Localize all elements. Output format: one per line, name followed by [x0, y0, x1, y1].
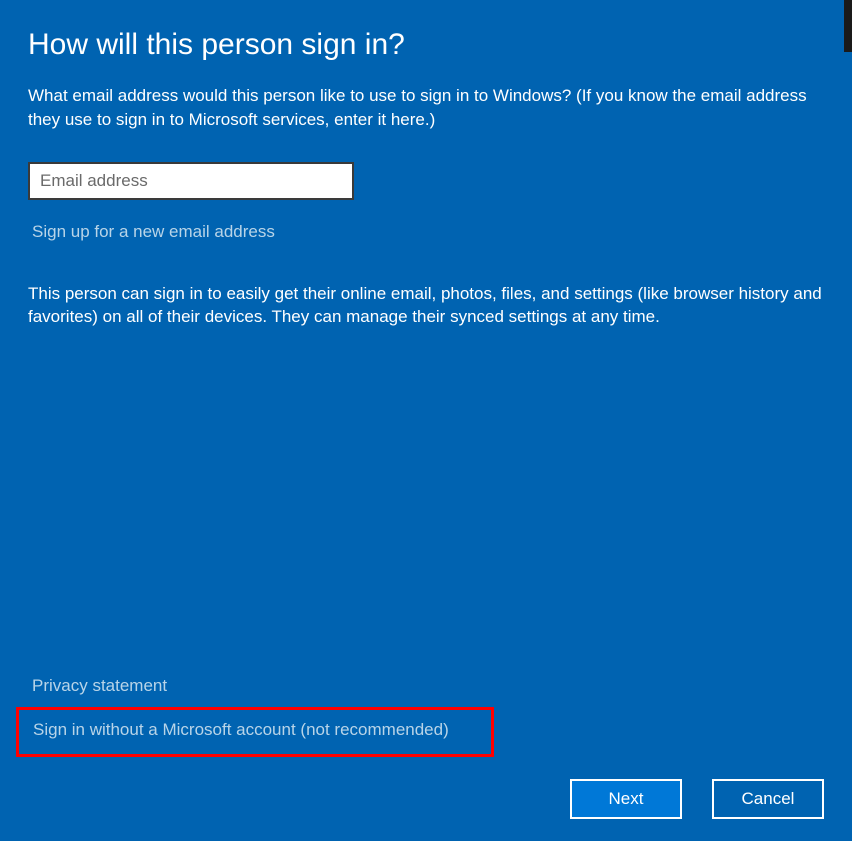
privacy-statement-link[interactable]: Privacy statement: [32, 676, 167, 696]
page-title: How will this person sign in?: [28, 28, 824, 62]
cancel-button[interactable]: Cancel: [712, 779, 824, 819]
button-row: Next Cancel: [570, 779, 824, 819]
next-button[interactable]: Next: [570, 779, 682, 819]
signup-new-email-link[interactable]: Sign up for a new email address: [32, 222, 275, 242]
highlighted-option: Sign in without a Microsoft account (not…: [16, 707, 494, 757]
page-subtitle: What email address would this person lik…: [28, 84, 824, 132]
signin-without-microsoft-link[interactable]: Sign in without a Microsoft account (not…: [33, 720, 449, 739]
scrollbar-track[interactable]: [844, 0, 852, 841]
scrollbar-thumb[interactable]: [844, 0, 852, 52]
email-input[interactable]: [28, 162, 354, 200]
description-text: This person can sign in to easily get th…: [28, 282, 824, 330]
